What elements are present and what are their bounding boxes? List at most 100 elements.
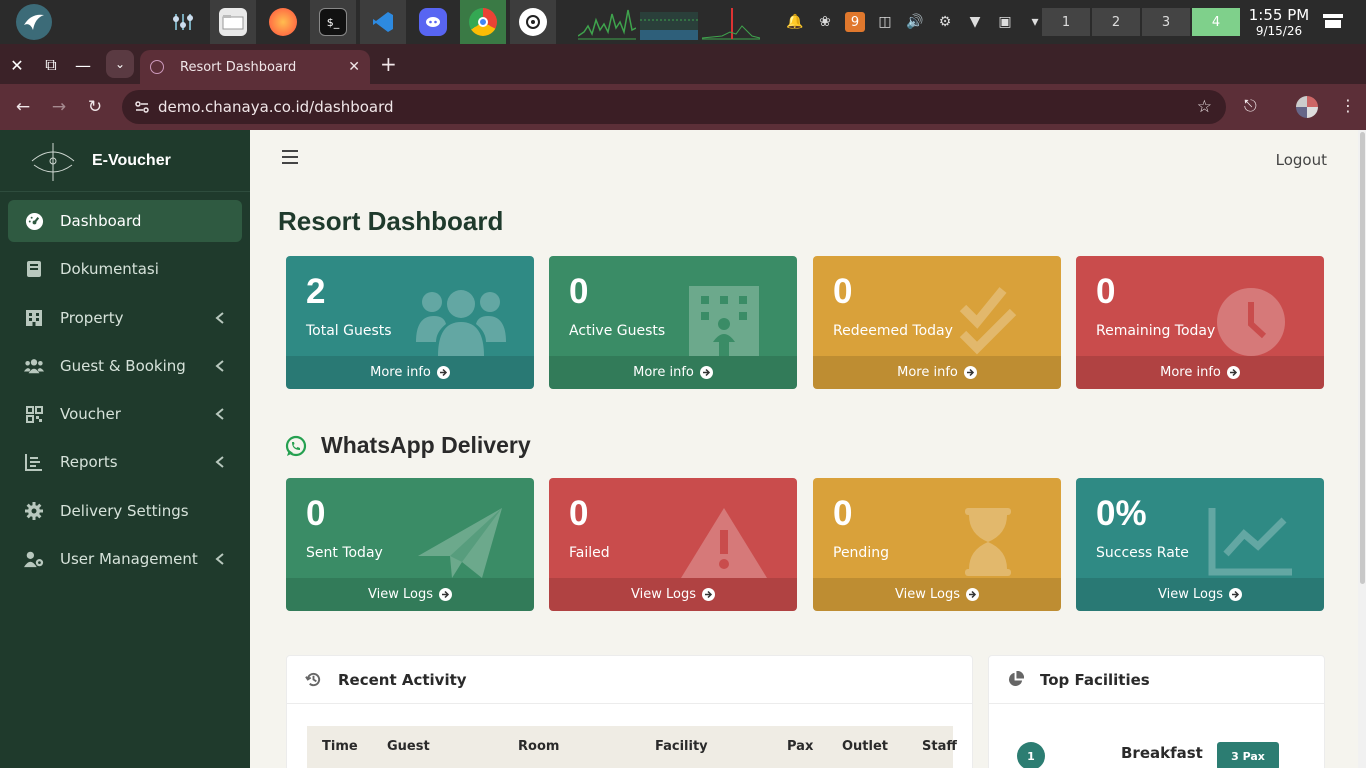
column-header[interactable]: Facility (655, 739, 708, 754)
users-icon (24, 356, 44, 376)
building-icon (24, 308, 44, 328)
more-info-link[interactable]: More info (1076, 356, 1324, 389)
close-tab-icon[interactable]: ✕ (348, 59, 360, 75)
minimize-window-icon[interactable]: — (72, 54, 94, 76)
stat-value: 0 (833, 494, 853, 533)
clock-date: 9/15/26 (1255, 24, 1303, 38)
view-logs-label: View Logs (368, 587, 433, 602)
workspace-switcher: 1 2 3 4 (1042, 8, 1242, 36)
network-graph (702, 6, 760, 40)
stat-value: 0 (569, 272, 589, 311)
view-logs-label: View Logs (631, 587, 696, 602)
column-header[interactable]: Outlet (842, 739, 888, 754)
chrome-app-icon[interactable] (460, 0, 506, 44)
settings-tray-icon[interactable]: ⚙ (930, 0, 960, 44)
more-info-link[interactable]: More info (286, 356, 534, 389)
wifi-icon[interactable]: ▼ (960, 0, 990, 44)
sidebar-nav: Dashboard Dokumentasi Property Guest & B… (0, 192, 250, 594)
logout-link[interactable]: Logout (1276, 151, 1327, 169)
browser-tab[interactable]: Resort Dashboard ✕ (140, 50, 370, 84)
files-app-icon[interactable] (210, 0, 256, 44)
extensions-icon[interactable]: ⎋ (1244, 96, 1257, 116)
terminal-app-icon[interactable]: $_ (310, 0, 356, 44)
view-logs-link[interactable]: View Logs (549, 578, 797, 611)
bookmark-star-icon[interactable]: ☆ (1197, 97, 1212, 117)
warning-icon (681, 508, 767, 578)
stat-card-active-guests: 0 Active Guests More info (549, 256, 797, 389)
arrow-circle-right-icon (965, 588, 979, 601)
new-tab-icon[interactable]: + (380, 52, 397, 76)
sidebar-item-reports[interactable]: Reports (8, 441, 242, 483)
page-scrollbar[interactable] (1358, 130, 1366, 768)
view-logs-link[interactable]: View Logs (286, 578, 534, 611)
more-info-link[interactable]: More info (813, 356, 1061, 389)
restore-window-icon[interactable]: ⧉ (40, 54, 62, 76)
sidebar-item-dokumentasi[interactable]: Dokumentasi (8, 248, 242, 290)
clock[interactable]: 1:55 PM 9/15/26 (1246, 6, 1312, 38)
stat-value: 2 (306, 272, 326, 311)
clipboard-icon[interactable]: ◫ (870, 0, 900, 44)
whatsapp-title: WhatsApp Delivery (321, 432, 531, 458)
sidebar-item-label: User Management (60, 550, 198, 569)
cpu-graph (578, 6, 636, 40)
scrollbar-thumb[interactable] (1360, 132, 1365, 584)
close-window-icon[interactable]: ✕ (6, 54, 28, 76)
column-header[interactable]: Time (322, 739, 358, 754)
chatgpt-tray-icon[interactable]: ❀ (810, 0, 840, 44)
volume-icon[interactable]: 🔊 (900, 0, 930, 44)
workspace-4[interactable]: 4 (1192, 8, 1240, 36)
column-header[interactable]: Room (518, 739, 559, 754)
page-title: Resort Dashboard (278, 206, 504, 236)
stat-label: Total Guests (306, 323, 392, 339)
view-logs-link[interactable]: View Logs (1076, 578, 1324, 611)
forward-icon[interactable]: → (48, 96, 70, 118)
browser-menu-icon[interactable]: ⋮ (1340, 96, 1356, 115)
back-icon[interactable]: ← (12, 96, 34, 118)
firefox-app-icon[interactable] (260, 0, 306, 44)
workspace-2[interactable]: 2 (1092, 8, 1140, 36)
os-menu-icon[interactable] (16, 4, 52, 40)
recent-activity-header: Recent Activity (287, 656, 972, 704)
sidebar-item-user-management[interactable]: User Management (8, 538, 242, 580)
wa-card-success-rate: 0% Success Rate View Logs (1076, 478, 1324, 611)
sidebar-item-property[interactable]: Property (8, 297, 242, 339)
chevron-left-icon (215, 553, 224, 565)
sidebar-item-dashboard[interactable]: Dashboard (8, 200, 242, 242)
system-monitor-graphs (578, 6, 760, 40)
column-header[interactable]: Pax (787, 739, 813, 754)
site-info-icon[interactable] (134, 99, 150, 115)
stat-value: 0 (833, 272, 853, 311)
column-header[interactable]: Guest (387, 739, 430, 754)
sidebar-item-delivery-settings[interactable]: Delivery Settings (8, 490, 242, 532)
workspace-3[interactable]: 3 (1142, 8, 1190, 36)
memory-graph (640, 6, 698, 40)
battery-icon[interactable]: ▣ (990, 0, 1020, 44)
sidebar-item-guest-booking[interactable]: Guest & Booking (8, 345, 242, 387)
brand[interactable]: E-Voucher (0, 130, 250, 192)
window-list-icon[interactable] (1322, 12, 1344, 30)
more-info-link[interactable]: More info (549, 356, 797, 389)
chatgpt-app-icon[interactable] (510, 0, 556, 44)
facility-row: 1 Breakfast 3 Pax (1017, 742, 1317, 768)
notification-icon[interactable]: 🔔 (780, 0, 810, 44)
mixer-app-icon[interactable] (160, 0, 206, 44)
updates-badge[interactable]: 9 (840, 0, 870, 44)
column-header[interactable]: Staff (922, 739, 957, 754)
sidebar-item-voucher[interactable]: Voucher (8, 393, 242, 435)
workspace-1[interactable]: 1 (1042, 8, 1090, 36)
vscode-app-icon[interactable] (360, 0, 406, 44)
double-check-icon (959, 287, 1017, 355)
more-info-label: More info (370, 365, 431, 380)
address-bar[interactable]: demo.chanaya.co.id/dashboard ☆ (122, 90, 1226, 124)
whatsapp-icon (285, 435, 307, 456)
tab-search-icon[interactable]: ⌄ (106, 50, 134, 78)
clock-icon (1217, 288, 1285, 356)
hamburger-menu-icon[interactable] (282, 150, 298, 164)
reload-icon[interactable]: ↻ (84, 96, 106, 118)
discord-app-icon[interactable] (410, 0, 456, 44)
profile-avatar[interactable] (1296, 96, 1318, 118)
view-logs-link[interactable]: View Logs (813, 578, 1061, 611)
top-facilities-header: Top Facilities (989, 656, 1324, 704)
brand-logo-icon (31, 142, 75, 181)
view-logs-label: View Logs (1158, 587, 1223, 602)
